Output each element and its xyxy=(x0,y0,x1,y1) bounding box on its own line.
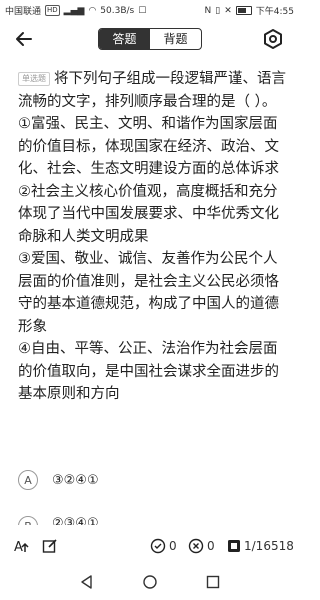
carrier-label: 中国联通 xyxy=(5,7,42,17)
settings-icon[interactable] xyxy=(262,28,284,50)
question-type-badge: 单选题 xyxy=(18,72,50,86)
wrong-icon xyxy=(188,538,204,554)
question-progress[interactable]: 1/16518 xyxy=(244,537,294,555)
font-size-icon[interactable]: A xyxy=(14,538,30,554)
notification-icon: ☐ xyxy=(138,5,147,16)
correct-count: 0 xyxy=(169,539,177,553)
question-item-1: ①富强、民主、文明、和谐作为国家层面的价值目标，体现国家在经济、政治、文化、社会… xyxy=(18,116,279,177)
wifi-icon: ◠ xyxy=(88,5,97,16)
question-stem-paragraph: 单选题 将下列句子组成一段逻辑严谨、语言流畅的文字，排列顺序最合理的是（ ）。 xyxy=(18,68,288,113)
svg-text:A: A xyxy=(14,540,23,554)
option-a[interactable]: A ③②④① xyxy=(18,470,99,490)
nav-back-icon[interactable] xyxy=(79,574,95,590)
clock: 下午4:55 xyxy=(255,7,294,17)
network-speed: 50.3B/s xyxy=(100,5,135,16)
status-left: 中国联通 HD ▂▄▆ ◠ 50.3B/s ☐ xyxy=(5,4,146,17)
tab-memorize[interactable]: 背题 xyxy=(150,29,201,49)
mode-segmented-control: 答题 背题 xyxy=(98,28,202,50)
option-a-text: ③②④① xyxy=(52,472,99,488)
question-item-4: ④自由、平等、公正、法治作为社会层面的价值取向，是中国社会谋求全面进步的基本原则… xyxy=(18,341,279,402)
question-item-3: ③爱国、敬业、诚信、友善作为公民个人层面的价值准则，是社会主义公民必须恪守的基本… xyxy=(18,251,279,335)
question-content: 单选题 将下列句子组成一段逻辑严谨、语言流畅的文字，排列顺序最合理的是（ ）。 ①… xyxy=(18,68,288,406)
wrong-count: 0 xyxy=(207,539,215,553)
top-header: 答题 背题 xyxy=(0,24,300,54)
hd-indicator: HD xyxy=(45,5,60,16)
answer-sheet-icon[interactable] xyxy=(226,538,242,554)
tab-answer[interactable]: 答题 xyxy=(99,29,150,49)
nfc-icon: N xyxy=(204,5,212,16)
correct-icon xyxy=(150,538,166,554)
question-stem: 将下列句子组成一段逻辑严谨、语言流畅的文字，排列顺序最合理的是（ ）。 xyxy=(18,71,286,110)
option-b[interactable]: B ②③④① xyxy=(18,516,298,525)
status-bar: 中国联通 HD ▂▄▆ ◠ 50.3B/s ☐ N ▯ ✕ 下午4:55 xyxy=(0,0,300,20)
edit-note-icon[interactable] xyxy=(42,538,58,554)
battery-icon xyxy=(235,6,252,15)
signal-icon: ▂▄▆ xyxy=(63,5,85,16)
nav-recents-icon[interactable] xyxy=(205,574,221,590)
status-right: N ▯ ✕ 下午4:55 xyxy=(204,4,294,18)
option-a-letter: A xyxy=(18,470,38,490)
option-b-letter: B xyxy=(18,516,38,525)
option-b-text: ②③④① xyxy=(52,516,99,525)
bottom-action-bar: A 0 0 1/16518 xyxy=(0,530,300,560)
nav-home-icon[interactable] xyxy=(142,574,158,590)
back-arrow-icon[interactable] xyxy=(14,29,34,49)
system-nav-bar xyxy=(0,566,300,600)
silent-icon: ✕ xyxy=(224,5,232,16)
vibrate-icon: ▯ xyxy=(215,5,221,16)
question-item-2: ②社会主义核心价值观，高度概括和充分体现了当代中国发展要求、中华优秀文化命脉和人… xyxy=(18,183,279,245)
